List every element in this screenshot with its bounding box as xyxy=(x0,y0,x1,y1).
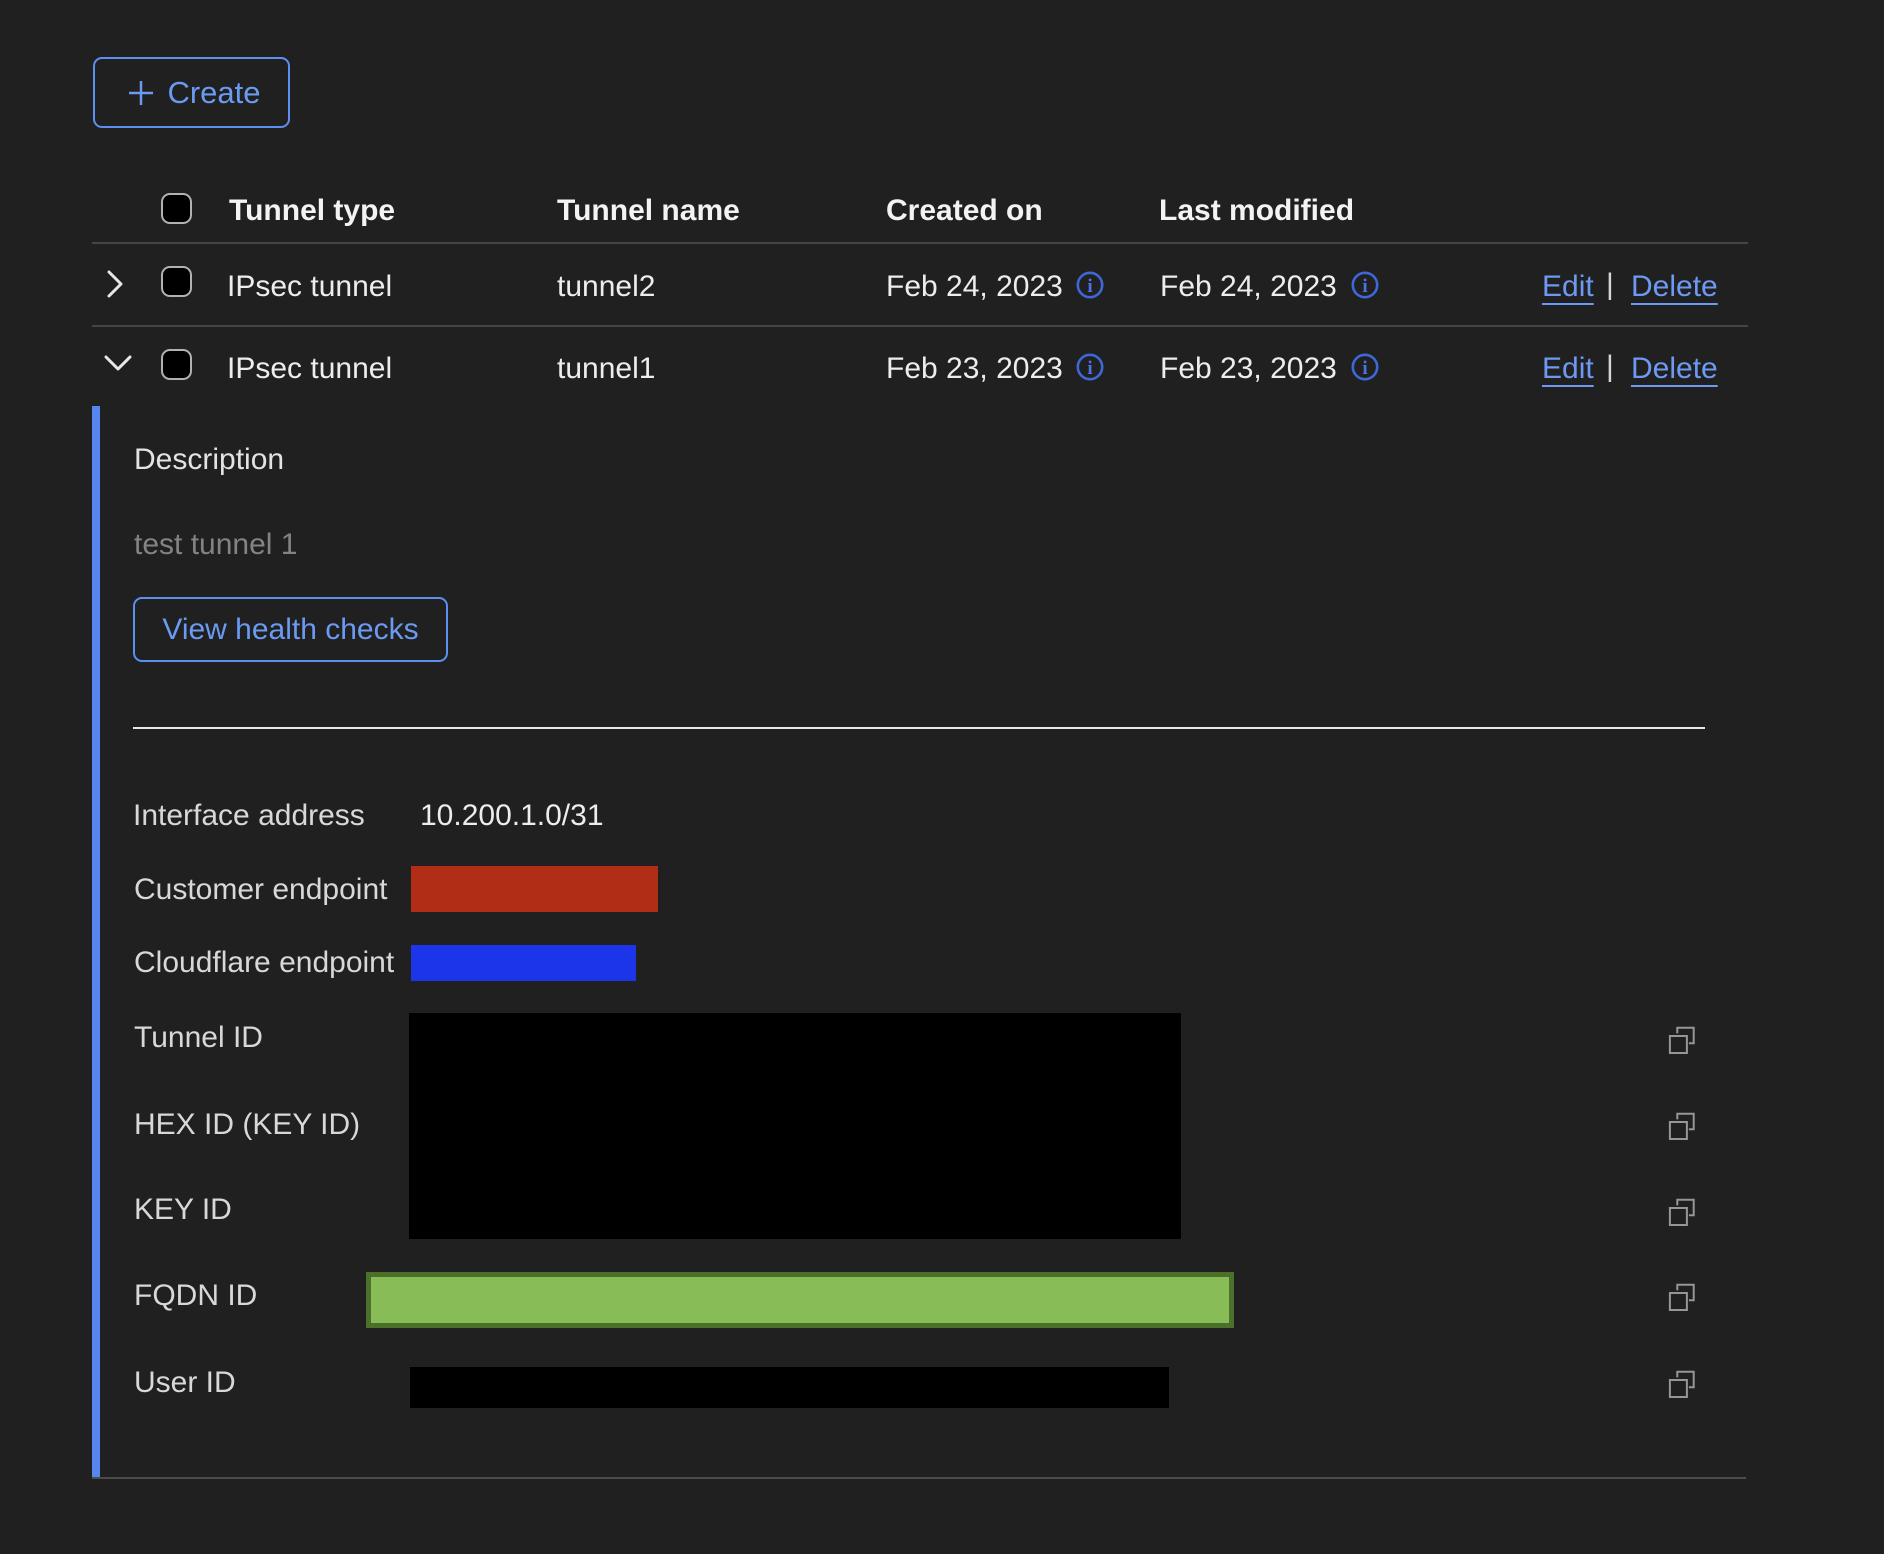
svg-text:i: i xyxy=(1362,276,1367,297)
svg-text:i: i xyxy=(1362,358,1367,379)
svg-text:i: i xyxy=(1087,276,1092,297)
svg-text:i: i xyxy=(1087,358,1092,379)
